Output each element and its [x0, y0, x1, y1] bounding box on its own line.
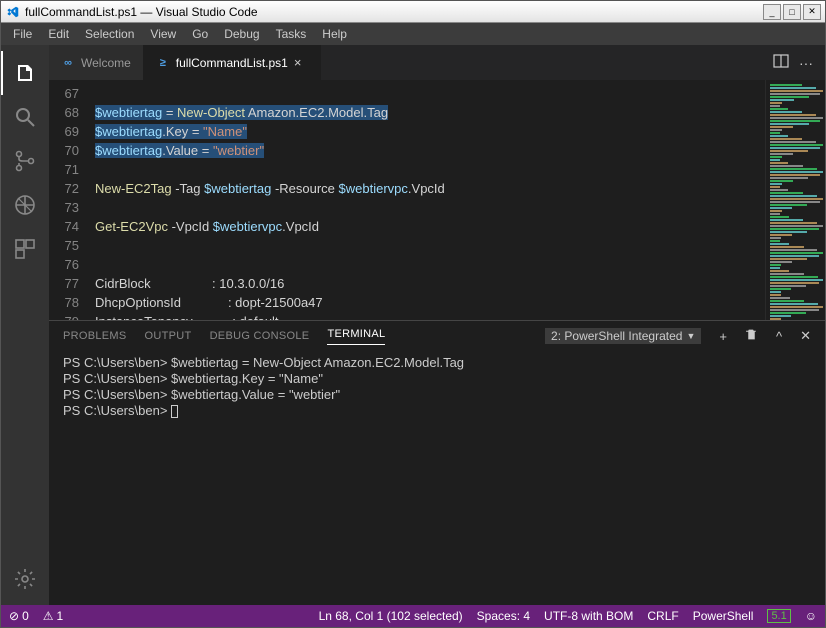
bottom-panel: PROBLEMS OUTPUT DEBUG CONSOLE TERMINAL 2: P…: [49, 320, 825, 605]
menu-debug[interactable]: Debug: [216, 25, 267, 43]
file-icon: ∞: [61, 56, 75, 70]
minimize-button[interactable]: _: [763, 4, 781, 20]
error-icon: ⊘: [9, 609, 19, 623]
more-actions-icon[interactable]: ···: [799, 55, 813, 71]
new-terminal-icon[interactable]: +: [719, 329, 727, 344]
status-cursor[interactable]: Ln 68, Col 1 (102 selected): [319, 609, 463, 623]
tab-label: fullCommandList.ps1: [176, 56, 288, 70]
status-psversion[interactable]: 5.1: [767, 609, 790, 623]
status-bar: ⊘0 ⚠1 Ln 68, Col 1 (102 selected) Spaces…: [1, 605, 825, 627]
terminal-selector[interactable]: 2: PowerShell Integrated ▼: [545, 328, 701, 344]
status-language[interactable]: PowerShell: [693, 609, 754, 623]
maximize-panel-icon[interactable]: ^: [776, 329, 782, 344]
status-encoding[interactable]: UTF-8 with BOM: [544, 609, 633, 623]
tab-label: Welcome: [81, 56, 131, 70]
window-titlebar: fullCommandList.ps1 — Visual Studio Code…: [1, 1, 825, 23]
source-control-icon[interactable]: [1, 139, 49, 183]
panel-tab-bar: PROBLEMS OUTPUT DEBUG CONSOLE TERMINAL 2: P…: [49, 321, 825, 351]
kill-terminal-icon[interactable]: [745, 328, 758, 344]
menu-selection[interactable]: Selection: [77, 25, 142, 43]
close-panel-icon[interactable]: ✕: [800, 328, 811, 344]
window-controls: _ □ ✕: [761, 4, 821, 20]
chevron-down-icon: ▼: [686, 331, 695, 341]
status-eol[interactable]: CRLF: [647, 609, 678, 623]
editor-tab[interactable]: ≥ fullCommandList.ps1 ×: [144, 45, 321, 80]
warning-icon: ⚠: [43, 609, 54, 623]
terminal-content[interactable]: PS C:\Users\ben> $webtiertag = New-Objec…: [49, 351, 825, 605]
menu-file[interactable]: File: [5, 25, 40, 43]
explorer-icon[interactable]: [1, 51, 49, 95]
split-editor-icon[interactable]: [773, 53, 789, 72]
search-icon[interactable]: [1, 95, 49, 139]
editor-tab[interactable]: ∞ Welcome: [49, 45, 144, 80]
activity-bar: [1, 45, 49, 605]
code-editor[interactable]: 67686970717273747576777879 $webtiertag =…: [49, 80, 825, 320]
panel-tab-problems[interactable]: PROBLEMS: [63, 330, 127, 342]
menu-tasks[interactable]: Tasks: [268, 25, 315, 43]
file-icon: ≥: [156, 56, 170, 70]
minimap[interactable]: [765, 80, 825, 320]
editor-tab-bar: ∞ Welcome ≥ fullCommandList.ps1 × ···: [49, 45, 825, 80]
code-content[interactable]: $webtiertag = New-Object Amazon.EC2.Mode…: [91, 80, 765, 320]
close-tab-icon[interactable]: ×: [294, 55, 308, 70]
panel-tab-output[interactable]: OUTPUT: [145, 330, 192, 342]
close-button[interactable]: ✕: [803, 4, 821, 20]
menu-edit[interactable]: Edit: [40, 25, 77, 43]
menu-go[interactable]: Go: [184, 25, 216, 43]
settings-gear-icon[interactable]: [1, 557, 49, 601]
panel-tab-debug-console[interactable]: DEBUG CONSOLE: [210, 330, 310, 342]
debug-icon[interactable]: [1, 183, 49, 227]
status-warnings[interactable]: ⚠1: [43, 609, 63, 623]
extensions-icon[interactable]: [1, 227, 49, 271]
panel-tab-terminal[interactable]: TERMINAL: [327, 328, 385, 345]
status-errors[interactable]: ⊘0: [9, 609, 29, 623]
status-spaces[interactable]: Spaces: 4: [477, 609, 530, 623]
line-gutter: 67686970717273747576777879: [49, 80, 91, 320]
window-title: fullCommandList.ps1 — Visual Studio Code: [25, 5, 258, 19]
menu-help[interactable]: Help: [314, 25, 355, 43]
feedback-icon[interactable]: ☺: [805, 609, 817, 623]
vscode-icon: [5, 4, 21, 20]
maximize-button[interactable]: □: [783, 4, 801, 20]
menu-bar: FileEditSelectionViewGoDebugTasksHelp: [1, 23, 825, 45]
menu-view[interactable]: View: [142, 25, 184, 43]
